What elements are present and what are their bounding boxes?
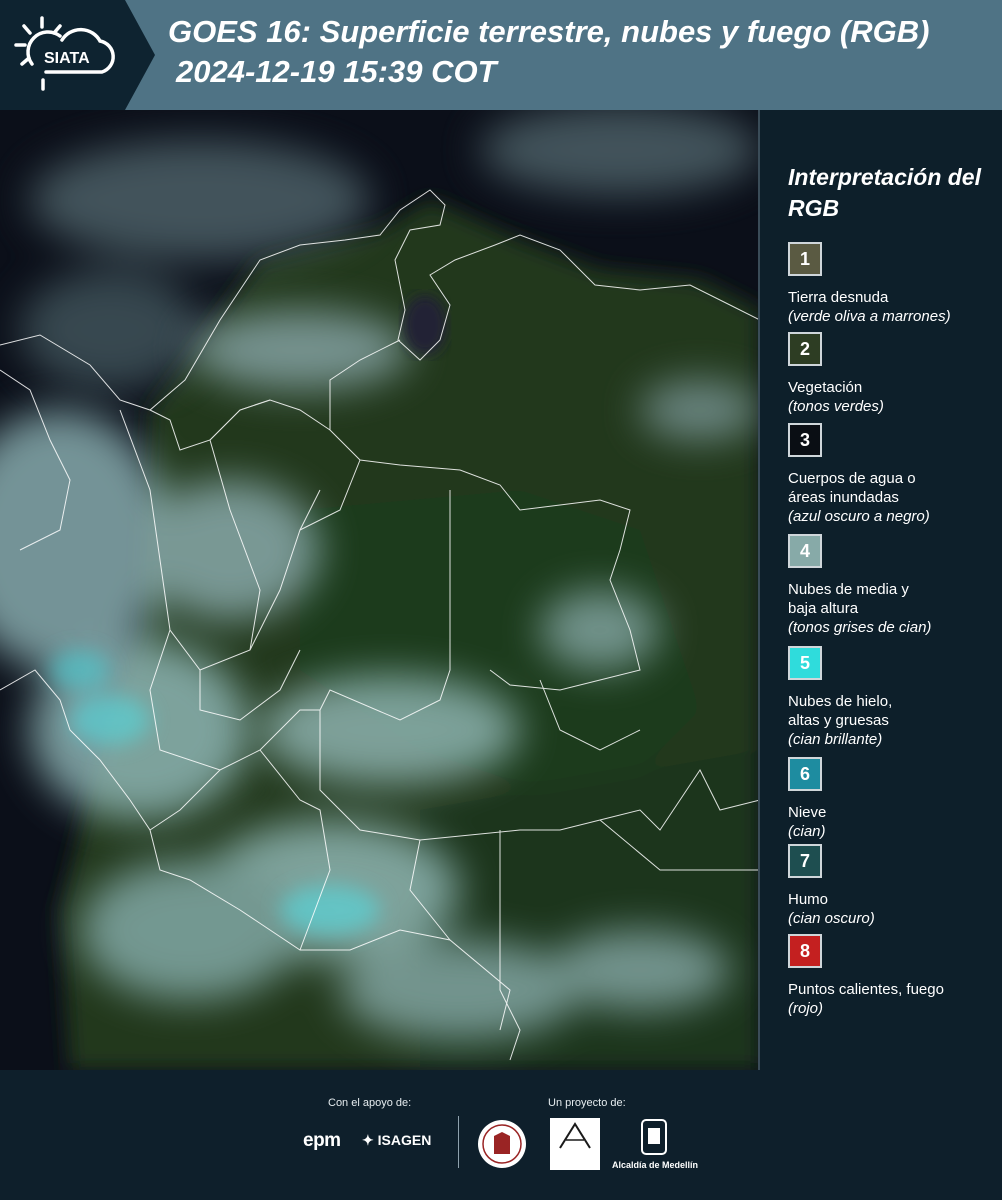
legend-sublabel: (cian) (788, 823, 826, 840)
legend-label: Nieve (788, 804, 827, 821)
logo-block: SIATA (0, 0, 125, 110)
satellite-map[interactable] (0, 110, 760, 1070)
footer-divider (458, 1116, 459, 1168)
footer: Con el apoyo de: Un proyecto de: epm ✦ I… (0, 1070, 1002, 1200)
header-arrow (125, 0, 155, 110)
legend-swatch: 3 (788, 423, 822, 457)
legend-item: 3 Cuerpos de agua o áreas inundadas (azul … (788, 423, 998, 526)
alcaldia-shield-icon (641, 1119, 667, 1155)
legend-swatch: 5 (788, 646, 822, 680)
legend-item: 6 Nieve (cian) (788, 757, 998, 841)
alcaldia-text: Alcaldía de Medellín (612, 1160, 699, 1170)
legend-label: Puntos calientes, fuego (788, 981, 944, 998)
legend-sublabel: (cian oscuro) (788, 910, 875, 927)
isagen-logo-text: ISAGEN (377, 1132, 432, 1148)
satellite-image (0, 110, 760, 1070)
legend-sublabel: (rojo) (788, 1000, 824, 1017)
legend-swatch: 1 (788, 242, 822, 276)
header: SIATA GOES 16: Superficie terrestre, nub… (0, 0, 1002, 110)
support-caption: Con el apoyo de: (328, 1097, 412, 1109)
legend-swatch: 8 (788, 934, 822, 968)
legend-item: 5 Nubes de hielo, altas y gruesas (cian br… (788, 646, 998, 749)
page-title: GOES 16: Superficie terrestre, nubes y f… (168, 14, 930, 49)
legend-sublabel: (tonos grises de cian) (788, 619, 932, 636)
legend-item: 7 Humo (cian oscuro) (788, 844, 998, 928)
legend-label: Nubes de hielo, altas y gruesas (788, 693, 893, 729)
page-timestamp: 2024-12-19 15:39 COT (176, 54, 497, 89)
legend-panel: Interpretación del RGB 1 Tierra desnuda (v… (760, 110, 1002, 1070)
epm-logo: epm (303, 1130, 341, 1151)
area-metropolitana-icon (559, 1122, 591, 1149)
siata-logo-text: SIATA (44, 50, 90, 67)
legend-label: Nubes de media y baja altura (788, 581, 909, 617)
legend-label: Tierra desnuda (788, 289, 889, 306)
legend-item: 2 Vegetación (tonos verdes) (788, 332, 998, 416)
legend-item: 1 Tierra desnuda (verde oliva a marrones) (788, 242, 998, 326)
legend-sublabel: (verde oliva a marrones) (788, 308, 951, 325)
legend-label: Humo (788, 891, 829, 908)
legend-item: 4 Nubes de media y baja altura (tonos gris… (788, 534, 998, 637)
legend-sublabel: (tonos verdes) (788, 398, 884, 415)
siata-logo: SIATA (14, 16, 115, 91)
medellin-university-seal-icon (478, 1120, 526, 1168)
area-metropolitana-logo (550, 1118, 600, 1170)
legend-swatch: 2 (788, 332, 822, 366)
legend-label: Cuerpos de agua o áreas inundadas (788, 470, 916, 506)
legend-sublabel: (azul oscuro a negro) (788, 508, 930, 525)
legend-label: Vegetación (788, 379, 863, 396)
legend-swatch: 6 (788, 757, 822, 791)
isagen-logo: ✦ ISAGEN (362, 1132, 432, 1148)
legend-title: Interpretación del RGB (788, 164, 981, 221)
legend-swatch: 7 (788, 844, 822, 878)
project-caption: Un proyecto de: (548, 1097, 626, 1109)
legend-sublabel: (cian brillante) (788, 731, 883, 748)
lake-maracaibo (403, 295, 447, 355)
legend-swatch: 4 (788, 534, 822, 568)
legend-item: 8 Puntos calientes, fuego (rojo) (788, 934, 998, 1018)
